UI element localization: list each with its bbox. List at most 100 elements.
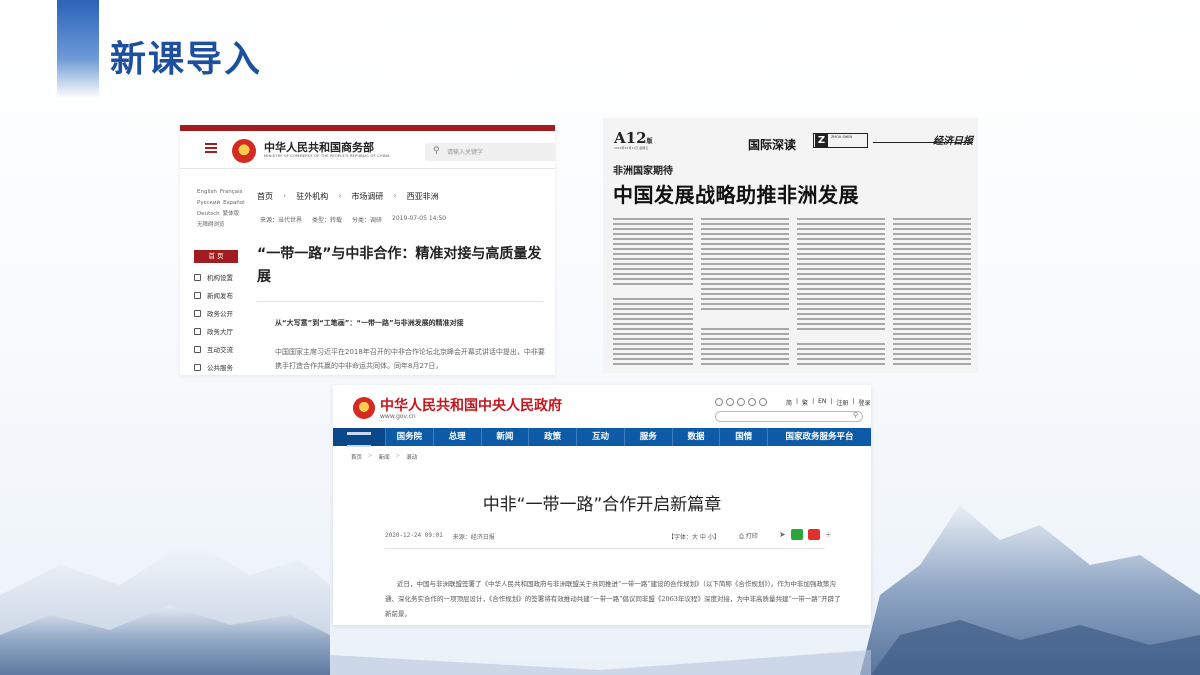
app-icon[interactable] (726, 398, 734, 406)
wechat-icon[interactable] (759, 398, 767, 406)
nav-item[interactable]: 互动 (576, 428, 624, 446)
side-menu-item[interactable]: 互动交流 (194, 340, 233, 358)
gov-article-title: 中非“一带一路”合作开启新篇章 (482, 495, 722, 515)
simplified-link[interactable]: 简 (786, 398, 792, 407)
mofcom-header: 中华人民共和国商务部 MINISTRY OF COMMERCE OF THE P… (180, 131, 555, 169)
text-column (701, 218, 789, 366)
article-category: 分类：调研 (352, 217, 383, 224)
breadcrumb-separator-icon: › (393, 191, 397, 200)
headline-kicker: 非洲国家期待 (613, 166, 673, 177)
nav-item[interactable]: 国情 (719, 428, 767, 446)
gov-breadcrumb: 首页 > 新闻 > 滚动 (351, 453, 417, 461)
national-emblem-icon (232, 139, 256, 163)
breadcrumb-separator-icon: › (338, 191, 342, 200)
page-number-suffix: 版 (646, 138, 653, 145)
nav-item[interactable]: 服务 (623, 428, 672, 446)
breadcrumb-item[interactable]: 西亚非洲 (407, 191, 439, 202)
breadcrumb-item[interactable]: 首页 (257, 191, 273, 202)
search-icon[interactable]: ⚲ (853, 411, 858, 419)
service-icon (194, 363, 201, 371)
article-meta: 来源：当代世界 类型：转载 分类：调研 2019-07-05 14:50 (260, 215, 446, 224)
more-share-icon[interactable]: + (825, 530, 832, 539)
page-date: 2019年10月11日 星期五 (614, 146, 649, 150)
side-menu-label: 新闻发布 (207, 292, 233, 300)
side-menu-item[interactable]: 政务公开 (194, 304, 233, 322)
lang-link[interactable]: Deutsch (197, 211, 220, 217)
lang-link[interactable]: Español (223, 200, 245, 206)
breadcrumb-separator-icon: > (395, 453, 401, 459)
weibo-share-icon[interactable] (807, 529, 820, 540)
nav-item[interactable]: 总理 (432, 428, 481, 446)
article-body: 中国国家主席习近平在2018年召开的中非合作论坛北京峰会开幕式讲话中提出，中非要… (275, 348, 545, 370)
subhead-gap (797, 333, 885, 343)
newspaper-headline: 中国发展战略助推非洲发展 (613, 183, 859, 207)
mofcom-article-screenshot: 中华人民共和国商务部 MINISTRY OF COMMERCE OF THE P… (180, 125, 555, 375)
article-source: 来源：当代世界 (260, 217, 303, 224)
gov-article-body: 近日，中国与非洲联盟签署了《中华人民共和国政府与非洲联盟关于共同推进“一带一路”… (385, 580, 841, 618)
traditional-link[interactable]: 繁 (802, 398, 808, 407)
print-button[interactable]: ⎙ 打印 (739, 531, 758, 541)
text-column (893, 218, 971, 366)
breadcrumb-item[interactable]: 驻外机构 (296, 191, 328, 202)
font-size-control[interactable]: 【字体：大 中 小】 (668, 532, 720, 541)
breadcrumb-item[interactable]: 首页 (351, 453, 362, 461)
mobile-icon[interactable] (715, 398, 723, 406)
gov-tool-links: 简 | 繁 | EN | 注册 | 登录 (786, 398, 871, 407)
printer-icon: ⎙ (739, 533, 744, 540)
tiananmen-logo-icon[interactable] (333, 428, 385, 447)
gov-article-screenshot: 中华人民共和国中央人民政府 www.gov.cn 简 | 繁 | EN | 注册 | 登… (333, 385, 871, 625)
hall-icon (194, 327, 201, 335)
breadcrumb: 首页 › 驻外机构 › 市场调研 › 西亚非洲 (257, 191, 439, 202)
breadcrumb-separator-icon: > (368, 453, 373, 459)
breadcrumb-item[interactable]: 滚动 (406, 453, 417, 461)
wechat-share-icon[interactable] (790, 529, 803, 540)
lang-link[interactable]: 繁体版 (223, 211, 240, 217)
lang-link[interactable]: Русский (197, 200, 220, 206)
article-title: “一带一路”与中非合作：精准对接与高质量发展 (257, 246, 542, 285)
divider (385, 548, 825, 549)
side-menu-item[interactable]: 政务大厅 (194, 322, 233, 340)
mofcom-search-input[interactable]: ⚲ 请输入关键字 (425, 143, 555, 161)
register-link[interactable]: 注册 (836, 398, 848, 407)
nav-item[interactable]: 国务院 (385, 428, 433, 446)
divider (257, 301, 543, 302)
side-menu-label: 互动交流 (207, 346, 233, 354)
nav-item[interactable]: 政策 (528, 428, 576, 446)
gov-search-input[interactable]: ⚲ (715, 411, 863, 422)
print-label: 打印 (745, 533, 758, 540)
slide-title: 新课导入 (110, 39, 263, 80)
menu-icon[interactable] (205, 143, 217, 153)
section-name: 国际深读 (748, 138, 797, 152)
side-menu-item[interactable]: 公共服务 (194, 358, 233, 375)
subhead-gap (701, 313, 789, 327)
title-accent-bar (57, 0, 99, 98)
side-menu-item[interactable]: 机构设置 (194, 268, 233, 286)
org-icon (194, 273, 201, 281)
breadcrumb-item[interactable]: 市场调研 (351, 191, 383, 202)
nav-item[interactable]: 数据 (671, 428, 720, 446)
lang-link[interactable]: 无障碍浏览 (197, 222, 225, 228)
nav-item[interactable]: 国家政务服务平台 (767, 428, 871, 446)
text-column (797, 218, 885, 366)
breadcrumb-item[interactable]: 新闻 (379, 453, 390, 461)
side-menu-label: 机构设置 (207, 274, 233, 282)
subhead-gap (613, 288, 693, 298)
lang-link[interactable]: Français (220, 189, 243, 195)
side-menu-label: 公共服务 (207, 364, 233, 372)
side-menu-item[interactable]: 新闻发布 (194, 286, 233, 304)
gov-nav-bar: 国务院 总理 新闻 政策 互动 服务 数据 国情 国家政务服务平台 (333, 428, 871, 447)
login-link[interactable]: 登录 (858, 398, 870, 407)
lang-link[interactable]: English (197, 189, 217, 195)
national-emblem-icon (353, 397, 375, 419)
news-icon (194, 291, 201, 299)
weibo-icon[interactable] (748, 398, 756, 406)
english-link[interactable]: EN (818, 398, 826, 407)
home-button[interactable]: 首 页 (194, 250, 238, 263)
language-links: English Français Русский Español Deutsch 繁体… (197, 187, 247, 231)
share-icon[interactable]: ➤ (779, 530, 786, 539)
rss-icon[interactable] (737, 398, 745, 406)
article-type: 类型：转载 (312, 217, 343, 224)
breadcrumb-separator-icon: › (283, 191, 287, 200)
nav-item[interactable]: 新闻 (480, 428, 529, 446)
social-icons (715, 398, 767, 406)
